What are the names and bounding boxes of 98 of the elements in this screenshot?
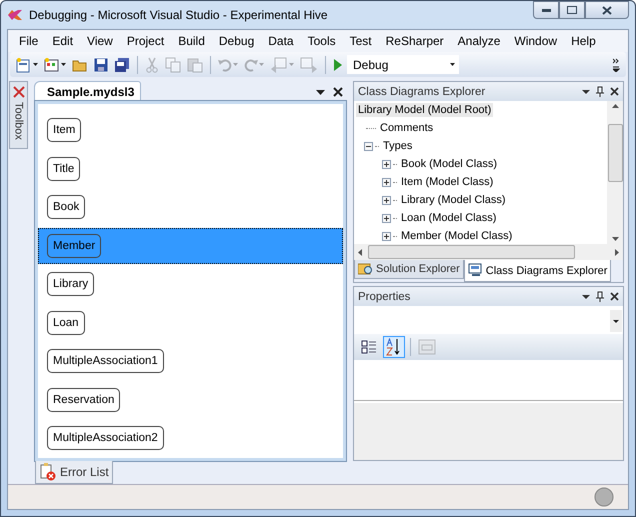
class-shape[interactable]: MultipleAssociation1 [47, 349, 164, 374]
redo-icon [244, 58, 258, 72]
new-project-icon [16, 56, 32, 72]
scissors-icon [145, 56, 159, 72]
toolbar-button[interactable] [112, 56, 132, 74]
add-item-icon [44, 56, 60, 72]
scroll-left-icon[interactable] [358, 248, 362, 256]
tree-item[interactable]: Types [381, 139, 414, 153]
dropdown-icon[interactable] [582, 90, 590, 94]
horizontal-scrollbar[interactable] [354, 244, 623, 260]
copy-icon [165, 56, 181, 72]
menu-item[interactable]: View [80, 34, 120, 48]
window-title: Debugging - Microsoft Visual Studio - Experimental Hive [29, 8, 329, 22]
expand-icon[interactable] [382, 232, 391, 240]
tree-item[interactable]: Library Model (Model Root) [356, 103, 494, 117]
toolbar-button[interactable] [42, 56, 68, 74]
tree-item[interactable]: Comments [378, 121, 436, 135]
dropdown-arrow-icon [259, 63, 264, 66]
app-logo-icon [7, 9, 23, 21]
tree-item[interactable]: Item (Model Class) [399, 175, 496, 189]
tree-item[interactable]: Book (Model Class) [399, 157, 499, 171]
menu-item[interactable]: Debug [212, 34, 262, 48]
panel-title: Properties [358, 290, 412, 302]
sort-alphabetical-icon [386, 338, 402, 356]
panel-title: Class Diagrams Explorer [358, 86, 486, 98]
panel-tab[interactable]: Error List [35, 461, 113, 484]
play-icon [333, 58, 343, 72]
dropdown-arrow-icon [33, 63, 38, 66]
class-diagram-icon [468, 263, 484, 278]
paste-icon [187, 56, 203, 72]
save-all-icon [114, 56, 130, 72]
menu-item[interactable]: ReSharper [378, 34, 451, 48]
save-icon [94, 58, 108, 72]
folder-icon [72, 58, 88, 72]
tools-icon [12, 85, 26, 99]
class-shape[interactable]: Loan [47, 310, 85, 335]
menu-item[interactable]: Window [507, 34, 564, 48]
minimize-button[interactable] [533, 1, 559, 19]
collapse-icon[interactable] [364, 142, 373, 150]
class-shape[interactable]: Library [47, 272, 94, 296]
document-tab[interactable]: Sample.mydsl3 [34, 81, 142, 101]
minimize-icon [542, 8, 550, 12]
class-shape[interactable]: MultipleAssociation2 [47, 426, 164, 450]
toolbar-button[interactable] [92, 56, 110, 72]
expand-icon[interactable] [382, 160, 391, 168]
property-pages-icon [418, 339, 436, 355]
dropdown-icon [610, 310, 622, 332]
maximize-button[interactable] [559, 1, 585, 19]
dropdown-arrow-icon [289, 63, 294, 66]
tree-item[interactable]: Member (Model Class) [399, 229, 514, 243]
menu-item[interactable]: File [12, 34, 46, 48]
dropdown-arrow-icon [450, 63, 455, 66]
error-list-icon [39, 463, 57, 481]
close-button[interactable] [585, 1, 629, 19]
class-shape[interactable]: Book [47, 195, 86, 220]
menu-item[interactable]: Edit [45, 34, 80, 48]
class-shape[interactable]: Title [47, 156, 80, 181]
close-icon[interactable] [333, 87, 343, 97]
dropdown-icon[interactable] [582, 294, 590, 298]
panel-tab[interactable]: Class Diagrams Explorer [464, 260, 612, 282]
panel-tab[interactable]: Solution Explorer [354, 260, 464, 279]
vertical-scrollbar[interactable] [607, 101, 623, 244]
expand-icon[interactable] [382, 178, 391, 186]
dropdown-arrow-icon [61, 63, 66, 66]
close-icon [602, 6, 612, 14]
navigate-forward-icon [300, 56, 318, 72]
dropdown-arrow-icon [233, 63, 238, 66]
properties-toolbar-button[interactable] [383, 336, 405, 358]
expand-icon[interactable] [382, 214, 391, 222]
configuration-dropdown[interactable]: Debug [347, 55, 459, 74]
class-shape[interactable]: Reservation [47, 388, 120, 412]
folder-search-icon [358, 262, 374, 276]
maximize-icon [567, 6, 577, 14]
close-icon[interactable] [610, 292, 619, 301]
toolbar-button[interactable] [14, 56, 40, 74]
scroll-down-icon[interactable] [612, 237, 618, 241]
dropdown-icon[interactable] [316, 90, 325, 94]
menu-item[interactable]: Data [261, 34, 301, 48]
menu-item[interactable]: Help [564, 34, 603, 48]
close-icon[interactable] [610, 87, 619, 96]
navigate-back-icon [270, 56, 288, 72]
menu-item[interactable]: Project [120, 34, 172, 48]
menu-item[interactable]: Analyze [450, 34, 508, 48]
undo-icon [218, 58, 232, 72]
tree-item[interactable]: Loan (Model Class) [399, 211, 498, 225]
menu-item[interactable]: Tools [300, 34, 343, 48]
tree-item[interactable]: Library (Model Class) [399, 193, 508, 207]
menu-item[interactable]: Build [171, 34, 212, 48]
toolbox-tab[interactable]: Toolbox [9, 81, 28, 149]
expand-icon[interactable] [382, 196, 391, 204]
scroll-up-icon[interactable] [612, 104, 618, 108]
pin-icon[interactable] [596, 291, 604, 302]
categorized-icon [361, 339, 377, 355]
pin-icon[interactable] [596, 86, 604, 97]
class-shape[interactable]: Member [47, 234, 102, 258]
scroll-right-icon[interactable] [615, 248, 619, 256]
class-shape[interactable]: Item [47, 118, 82, 142]
menu-item[interactable]: Test [342, 34, 379, 48]
